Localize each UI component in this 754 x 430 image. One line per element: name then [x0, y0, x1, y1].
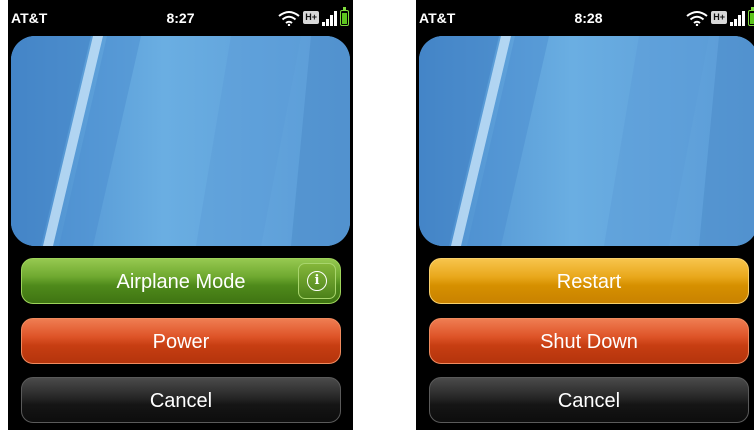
- wifi-icon: [686, 11, 708, 26]
- cancel-button[interactable]: Cancel: [21, 377, 341, 423]
- power-button[interactable]: Power: [21, 318, 341, 364]
- wallpaper: [419, 36, 754, 246]
- signal-icon: [322, 10, 337, 26]
- wallpaper: [11, 36, 350, 246]
- info-icon: i: [307, 271, 327, 291]
- airplane-mode-label: Airplane Mode: [116, 271, 246, 293]
- airplane-mode-info-button[interactable]: i: [298, 263, 336, 299]
- cancel-label: Cancel: [557, 390, 621, 412]
- restart-button[interactable]: Restart: [429, 258, 749, 304]
- cancel-label: Cancel: [149, 390, 213, 412]
- phone-screen-power-menu: AT&T 8:27 H+ Airplane Mode i Power Cance…: [8, 0, 353, 430]
- cancel-button[interactable]: Cancel: [429, 377, 749, 423]
- shut-down-label: Shut Down: [540, 331, 638, 353]
- network-type-badge: H+: [303, 11, 319, 24]
- network-type-badge: H+: [711, 11, 727, 24]
- status-bar: AT&T 8:27 H+: [8, 0, 353, 36]
- battery-icon: [340, 7, 349, 26]
- restart-label: Restart: [556, 271, 622, 293]
- phone-screen-power-options: AT&T 8:28 H+ Restart Shut Down Cancel: [416, 0, 754, 430]
- shut-down-button[interactable]: Shut Down: [429, 318, 749, 364]
- signal-icon: [730, 10, 745, 26]
- airplane-mode-button[interactable]: Airplane Mode i: [21, 258, 341, 304]
- status-icons: H+: [686, 6, 754, 26]
- status-bar: AT&T 8:28 H+: [416, 0, 754, 36]
- battery-icon: [748, 7, 754, 26]
- status-icons: H+: [278, 6, 349, 26]
- wifi-icon: [278, 11, 300, 26]
- power-label: Power: [152, 331, 210, 353]
